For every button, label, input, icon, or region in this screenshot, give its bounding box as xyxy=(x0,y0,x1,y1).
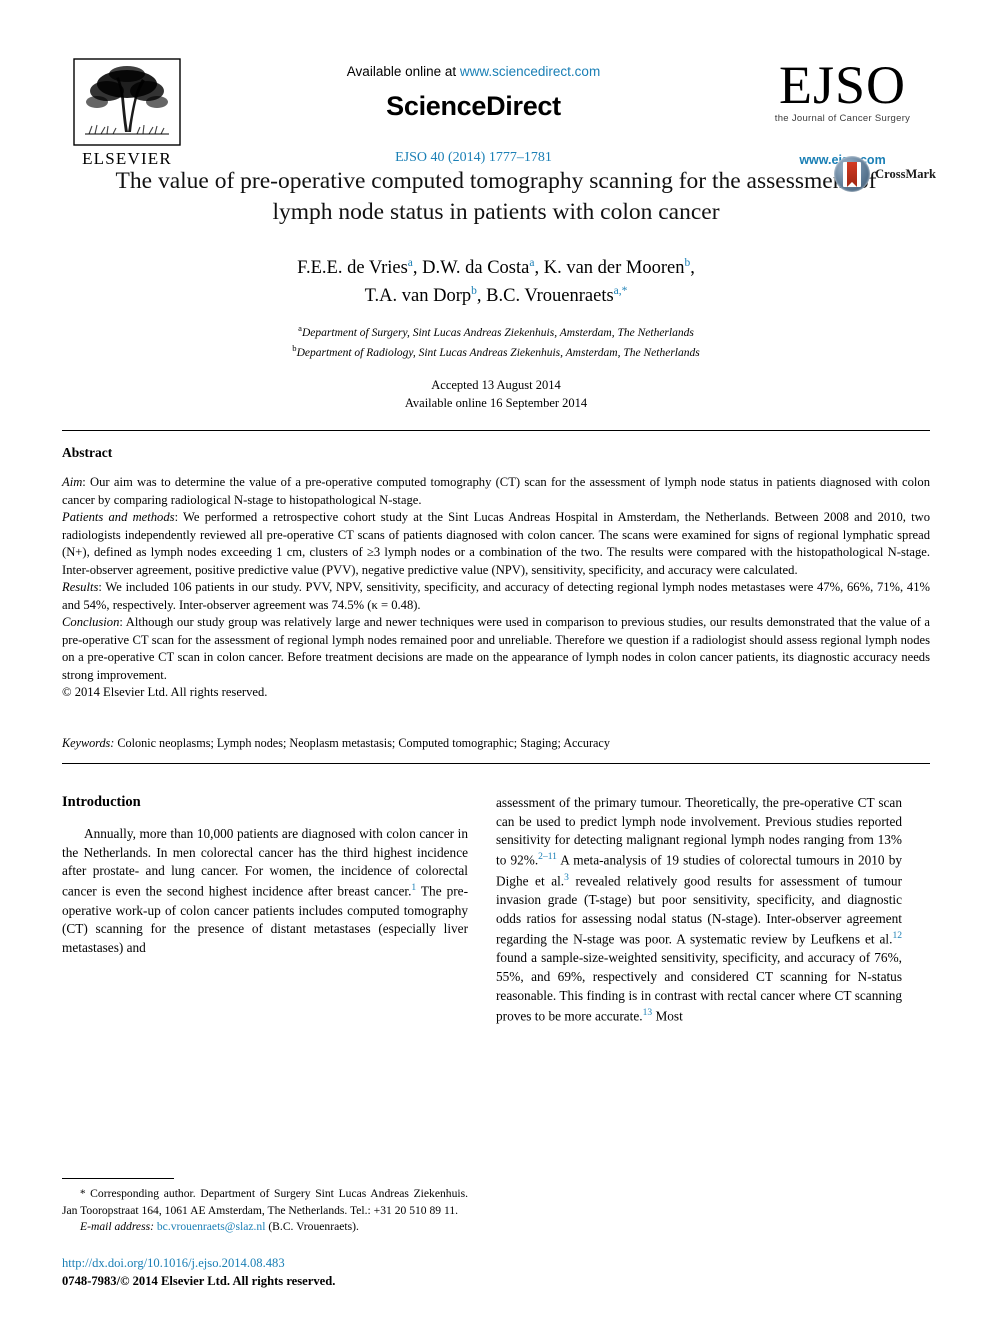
intro-right-part-5: Most xyxy=(652,1008,683,1023)
issn-copyright: 0748-7983/© 2014 Elsevier Ltd. All right… xyxy=(62,1273,336,1288)
affiliation-item: aDepartment of Surgery, Sint Lucas Andre… xyxy=(0,322,992,342)
divider-bottom xyxy=(62,762,930,764)
available-online-date: Available online 16 September 2014 xyxy=(404,396,588,411)
footnote-section: * Corresponding author. Department of Su… xyxy=(62,1178,468,1235)
author-name: T.A. van Dorp xyxy=(364,286,472,307)
author-name: B.C. Vrouenraets xyxy=(486,286,614,307)
introduction-paragraph-right: assessment of the primary tumour. Theore… xyxy=(496,794,902,1026)
available-online-line: Available online at www.sciencedirect.co… xyxy=(192,64,755,79)
abstract-text: : We performed a retrospective cohort st… xyxy=(62,510,930,577)
author-name: D.W. da Costa xyxy=(422,258,530,279)
crossmark-badge[interactable]: CrossMark xyxy=(834,156,936,192)
crossmark-icon xyxy=(834,156,871,192)
sciencedirect-link[interactable]: www.sciencedirect.com xyxy=(460,64,600,79)
title-section: The value of pre-operative computed tomo… xyxy=(0,150,992,229)
reference-marker[interactable]: 13 xyxy=(643,1007,653,1018)
author-list: F.E.E. de Vriesa, D.W. da Costaa, K. van… xyxy=(0,255,992,311)
intro-text-part-1: Annually, more than 10,000 patients are … xyxy=(62,825,468,899)
page-header: ELSEVIER Available online at www.science… xyxy=(0,0,992,168)
reference-marker[interactable]: 2–11 xyxy=(538,851,557,862)
affiliation-text: Department of Radiology, Sint Lucas Andr… xyxy=(296,346,700,359)
page-title: The value of pre-operative computed tomo… xyxy=(115,168,877,226)
introduction-heading: Introduction xyxy=(62,793,141,810)
author-line-2: T.A. van Dorpb, B.C. Vrouenraetsa,* xyxy=(364,284,628,307)
footnote-divider xyxy=(62,1178,174,1180)
abstract-label: Aim xyxy=(62,475,83,490)
paper-page: ELSEVIER Available online at www.science… xyxy=(0,0,992,1323)
abstract-copyright: © 2014 Elsevier Ltd. All rights reserved… xyxy=(62,685,268,700)
abstract-heading: Abstract xyxy=(62,445,113,461)
available-online-label: Available online at xyxy=(346,64,460,79)
author-affil-mark: b xyxy=(471,284,477,297)
abstract-paragraph: Patients and methods: We performed a ret… xyxy=(62,509,930,579)
email-label: E-mail address: xyxy=(80,1219,154,1233)
body-columns: Introduction Annually, more than 10,000 … xyxy=(0,794,992,1026)
ejso-tagline: the Journal of Cancer Surgery xyxy=(774,113,911,125)
divider-top xyxy=(62,430,930,432)
introduction-paragraph-left: Annually, more than 10,000 patients are … xyxy=(62,825,468,959)
keywords-line: Keywords: Colonic neoplasms; Lymph nodes… xyxy=(62,736,930,751)
corresponding-author-text: Corresponding author. Department of Surg… xyxy=(62,1187,468,1217)
abstract-text: : We included 106 patients in our study.… xyxy=(62,580,930,612)
footer-block: http://dx.doi.org/10.1016/j.ejso.2014.08… xyxy=(62,1254,582,1291)
accepted-date: Accepted 13 August 2014 xyxy=(431,377,561,392)
email-owner: (B.C. Vrouenraets). xyxy=(265,1219,359,1233)
reference-marker[interactable]: 12 xyxy=(892,930,902,941)
author-affil-mark: a,* xyxy=(613,284,628,297)
author-affil-mark: b xyxy=(684,256,691,269)
abstract-label: Conclusion xyxy=(62,615,120,630)
column-left: Introduction Annually, more than 10,000 … xyxy=(62,794,468,1026)
affiliations: aDepartment of Surgery, Sint Lucas Andre… xyxy=(0,322,992,362)
affiliation-item: bDepartment of Radiology, Sint Lucas And… xyxy=(0,342,992,362)
keywords-label: Keywords: xyxy=(62,735,115,750)
sciencedirect-logo: ScienceDirect xyxy=(386,91,561,121)
abstract-text: : Although our study group was relativel… xyxy=(62,615,930,682)
affiliation-text: Department of Surgery, Sint Lucas Andrea… xyxy=(301,326,694,339)
author-name: K. van der Mooren xyxy=(543,258,685,279)
publication-dates: Accepted 13 August 2014 Available online… xyxy=(0,376,992,412)
ejso-wordmark: EJSO xyxy=(778,55,907,115)
abstract-label: Results xyxy=(62,580,99,595)
abstract-label: Patients and methods xyxy=(62,510,175,525)
elsevier-tree-icon xyxy=(73,58,181,146)
crossmark-label: CrossMark xyxy=(875,166,936,181)
abstract-paragraph: Conclusion: Although our study group was… xyxy=(62,614,930,684)
abstract-paragraph: Aim: Our aim was to determine the value … xyxy=(62,474,930,509)
abstract-body: Aim: Our aim was to determine the value … xyxy=(62,474,930,702)
intro-right-part-4: found a sample-size-weighted sensitivity… xyxy=(496,949,902,1023)
doi-link[interactable]: http://dx.doi.org/10.1016/j.ejso.2014.08… xyxy=(62,1254,582,1272)
author-name: F.E.E. de Vries xyxy=(297,258,408,279)
email-link[interactable]: bc.vrouenraets@slaz.nl xyxy=(157,1220,266,1233)
abstract-text: : Our aim was to determine the value of … xyxy=(62,475,930,507)
abstract-paragraph: Results: We included 106 patients in our… xyxy=(62,579,930,614)
author-affil-mark: a xyxy=(407,256,413,269)
column-right: assessment of the primary tumour. Theore… xyxy=(496,794,902,1026)
abstract-section: Abstract Aim: Our aim was to determine t… xyxy=(0,445,992,751)
email-note: E-mail address: bc.vrouenraets@slaz.nl (… xyxy=(62,1219,468,1235)
keywords-text: Colonic neoplasms; Lymph nodes; Neoplasm… xyxy=(114,735,610,750)
corresponding-author-note: * Corresponding author. Department of Su… xyxy=(62,1186,468,1219)
author-affil-mark: a xyxy=(529,256,535,269)
author-line-1: F.E.E. de Vriesa, D.W. da Costaa, K. van… xyxy=(297,256,695,279)
